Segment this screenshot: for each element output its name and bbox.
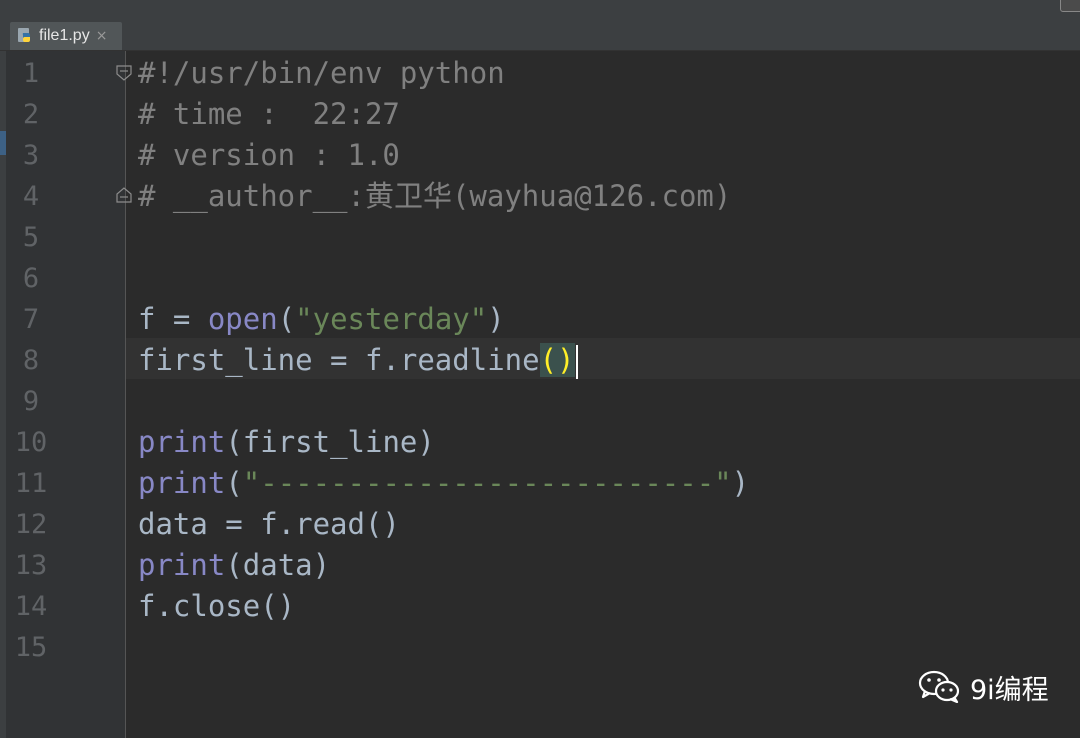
watermark: 9i编程 (918, 668, 1049, 707)
code-line-7: f = open("yesterday") (138, 299, 1080, 340)
code-token: ( (277, 302, 296, 336)
code-line-2: # time : 22:27 (138, 97, 400, 131)
wechat-icon (918, 669, 960, 707)
string-token: "yesterday" (295, 302, 488, 336)
line-number: 12 (14, 509, 48, 540)
editor-tab-bar: file1.py × (0, 0, 1080, 51)
code-token: ) (487, 302, 505, 336)
code-editor[interactable]: #!/usr/bin/env python # time : 22:27 # v… (138, 53, 1080, 668)
string-token: "--------------------------" (242, 466, 732, 500)
line-number-gutter: 1 2 3 4 5 6 7 8 9 10 11 12 13 14 15 (6, 51, 132, 738)
code-token: first_line = f.readline (138, 343, 540, 377)
line-number: 4 (22, 181, 40, 212)
fold-open-icon[interactable] (116, 65, 132, 81)
line-number: 9 (22, 386, 40, 417)
tab-label: file1.py (39, 27, 90, 44)
builtin-token: open (207, 302, 278, 336)
line-number: 6 (22, 263, 40, 294)
code-line-1: #!/usr/bin/env python (138, 56, 505, 90)
line-number: 8 (22, 345, 40, 376)
code-line-11: print("--------------------------") (138, 463, 1080, 504)
fold-close-icon[interactable] (116, 187, 132, 203)
builtin-token: print (138, 466, 226, 500)
builtin-token: print (138, 425, 226, 459)
line-number: 5 (22, 222, 40, 253)
text-caret (575, 345, 578, 379)
code-line-12: data = f.read() (138, 507, 400, 541)
code-line-3: # version : 1.0 (138, 138, 400, 172)
line-number: 13 (14, 550, 48, 581)
code-token: ( (225, 466, 243, 500)
line-number: 15 (14, 632, 48, 663)
matched-braces: () (539, 343, 575, 377)
line-number: 1 (22, 58, 40, 89)
code-line-14: f.close() (138, 589, 296, 623)
tab-close-icon[interactable]: × (96, 28, 108, 44)
line-number: 3 (22, 140, 40, 171)
tab-file1-py[interactable]: file1.py × (10, 22, 122, 50)
code-line-4: # __author__:黄卫华(wayhua@126.com) (138, 179, 732, 213)
code-token: (data) (225, 548, 331, 582)
code-line-13: print(data) (138, 545, 1080, 586)
line-number: 10 (14, 427, 48, 458)
line-number: 2 (22, 99, 40, 130)
code-token: ) (731, 466, 750, 500)
code-line-10: print(first_line) (138, 422, 1080, 463)
code-line-8: first_line = f.readline() (138, 340, 1080, 381)
code-token: (first_line) (225, 425, 435, 459)
watermark-text: 9i编程 (970, 675, 1049, 706)
line-number: 7 (22, 304, 40, 335)
line-number: 11 (14, 468, 48, 499)
code-token: f = (138, 302, 208, 336)
python-file-icon (16, 27, 34, 45)
builtin-token: print (138, 548, 226, 582)
window-corner-icon (1060, 0, 1080, 12)
line-number: 14 (14, 591, 48, 622)
